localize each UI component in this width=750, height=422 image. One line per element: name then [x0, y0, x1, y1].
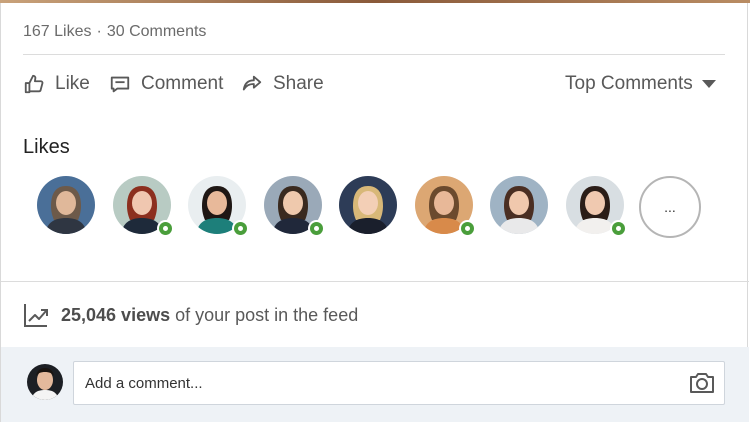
online-status-icon — [308, 220, 325, 237]
online-status-icon — [232, 220, 249, 237]
camera-icon[interactable] — [688, 370, 716, 396]
online-status-icon — [610, 220, 627, 237]
comment-composer — [1, 347, 749, 422]
divider — [23, 54, 725, 55]
post-views[interactable]: 25,046 views of your post in the feed — [23, 302, 358, 328]
action-bar: Like Comment Share Top Comments — [23, 69, 723, 99]
liker-avatar[interactable] — [490, 176, 548, 234]
thumbs-up-icon — [24, 74, 44, 94]
liker-avatar[interactable] — [188, 176, 249, 237]
comment-input-box — [73, 361, 725, 405]
liker-avatar[interactable] — [415, 176, 476, 237]
comment-button[interactable]: Comment — [109, 69, 223, 99]
liker-avatar[interactable] — [339, 176, 397, 234]
liker-avatar[interactable] — [37, 176, 95, 234]
post-card: 167 Likes · 30 Comments Like Comment Share… — [0, 3, 749, 422]
likers-list: ... — [37, 176, 717, 238]
comment-input[interactable] — [74, 362, 645, 404]
divider — [1, 281, 749, 282]
share-button[interactable]: Share — [241, 69, 324, 99]
comment-icon — [110, 76, 130, 93]
social-counts: 167 Likes · 30 Comments — [23, 23, 206, 41]
online-status-icon — [459, 220, 476, 237]
caret-down-icon — [701, 80, 716, 88]
share-arrow-icon — [242, 75, 262, 91]
like-label: Like — [55, 73, 90, 94]
likes-count-link[interactable]: 167 Likes — [23, 23, 92, 40]
more-likers-label: ... — [664, 199, 676, 215]
views-count: 25,046 views — [61, 304, 171, 325]
like-button[interactable]: Like — [23, 69, 90, 99]
more-likers-button[interactable]: ... — [639, 176, 701, 238]
stats-separator: · — [96, 23, 102, 40]
likes-heading: Likes — [23, 136, 70, 158]
views-suffix: of your post in the feed — [175, 304, 359, 325]
liker-avatar[interactable] — [113, 176, 174, 237]
liker-avatar[interactable] — [264, 176, 325, 237]
comments-count-link[interactable]: 30 Comments — [107, 23, 207, 40]
comment-sort-label: Top Comments — [565, 73, 693, 94]
comment-label: Comment — [141, 73, 224, 94]
share-label: Share — [273, 73, 324, 94]
online-status-icon — [157, 220, 174, 237]
comment-sort-dropdown[interactable]: Top Comments — [565, 69, 717, 99]
liker-avatar[interactable] — [566, 176, 627, 237]
my-avatar — [27, 364, 63, 400]
trending-chart-icon — [24, 304, 48, 327]
